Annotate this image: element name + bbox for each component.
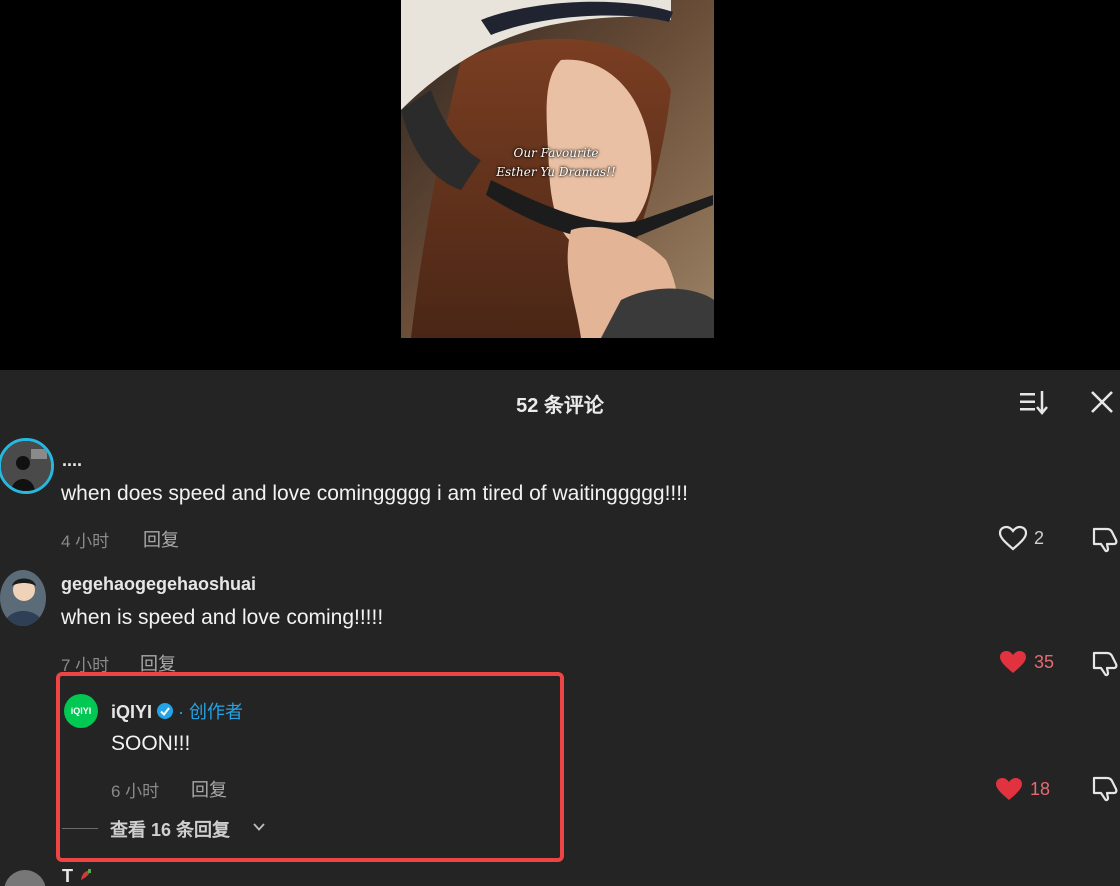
chevron-down-icon	[253, 823, 265, 831]
avatar[interactable]	[0, 570, 46, 626]
iqiyi-avatar[interactable]: iQIYI	[64, 694, 98, 728]
sort-list-icon[interactable]	[1018, 388, 1050, 416]
comments-header: 52 条评论	[0, 370, 1120, 432]
reply-time: 6 小时	[111, 782, 160, 801]
comment-time: 4 小时	[61, 532, 110, 551]
comment-username[interactable]: T	[62, 866, 73, 886]
like-count: 2	[1034, 528, 1045, 548]
thumbs-down-icon[interactable]	[1090, 774, 1120, 802]
comments-count-title: 52 条评论	[516, 395, 604, 417]
close-icon[interactable]	[1088, 388, 1116, 416]
reply-username: iQIYI · 创作者	[111, 698, 243, 724]
video-caption: Our Favourite Esther Yu Dramas!!	[481, 144, 631, 182]
reply-button[interactable]: 回复	[143, 526, 179, 552]
caption-line-1: Our Favourite	[513, 146, 599, 160]
comment-item: gegehaogegehaoshuai when is speed and lo…	[0, 564, 1120, 677]
video-player[interactable]: Our Favourite Esther Yu Dramas!!	[0, 0, 1120, 370]
reply-username-text[interactable]: iQIYI	[111, 702, 152, 722]
comment-username[interactable]: ....	[62, 450, 82, 471]
emoji-icon	[81, 869, 91, 880]
verified-badge-icon	[157, 703, 174, 720]
iqiyi-logo-text: iQIYI	[70, 706, 92, 716]
avatar[interactable]	[0, 438, 54, 494]
thumbs-down-icon[interactable]	[1090, 525, 1120, 553]
thumbs-down-icon[interactable]	[1090, 649, 1120, 677]
like-button[interactable]: 18	[994, 776, 1058, 802]
reply-item: iQIYI iQIYI · 创作者 SOON!!! 6 小时 回复 18	[0, 690, 1120, 830]
comment-item: .... when does speed and love cominggggg…	[0, 434, 1120, 553]
reply-text: SOON!!!	[111, 732, 191, 755]
heart-outline-icon	[998, 525, 1028, 551]
reply-button[interactable]: 回复	[191, 776, 227, 802]
creator-tag: 创作者	[189, 702, 244, 722]
divider-line	[62, 828, 98, 829]
comment-username[interactable]: gegehaogegehaoshuai	[61, 574, 256, 595]
heart-filled-icon	[1000, 651, 1026, 673]
caption-line-2: Esther Yu Dramas!!	[496, 165, 616, 179]
like-button[interactable]: 35	[998, 649, 1062, 675]
comments-panel: 52 条评论 .... when does speed and love com…	[0, 370, 1120, 886]
video-frame[interactable]: Our Favourite Esther Yu Dramas!!	[401, 0, 714, 338]
comment-text: when does speed and love cominggggg i am…	[61, 482, 688, 505]
avatar[interactable]	[4, 870, 46, 886]
avatar-image	[0, 570, 46, 626]
heart-filled-icon	[996, 778, 1022, 800]
like-count: 18	[1030, 779, 1051, 799]
like-count: 35	[1034, 652, 1055, 672]
avatar-image	[1, 441, 51, 491]
like-button[interactable]: 2	[998, 525, 1058, 551]
separator-dot: ·	[178, 702, 185, 722]
comment-text: when is speed and love coming!!!!!	[61, 606, 384, 629]
view-replies-label: 查看 16 条回复	[110, 820, 231, 840]
